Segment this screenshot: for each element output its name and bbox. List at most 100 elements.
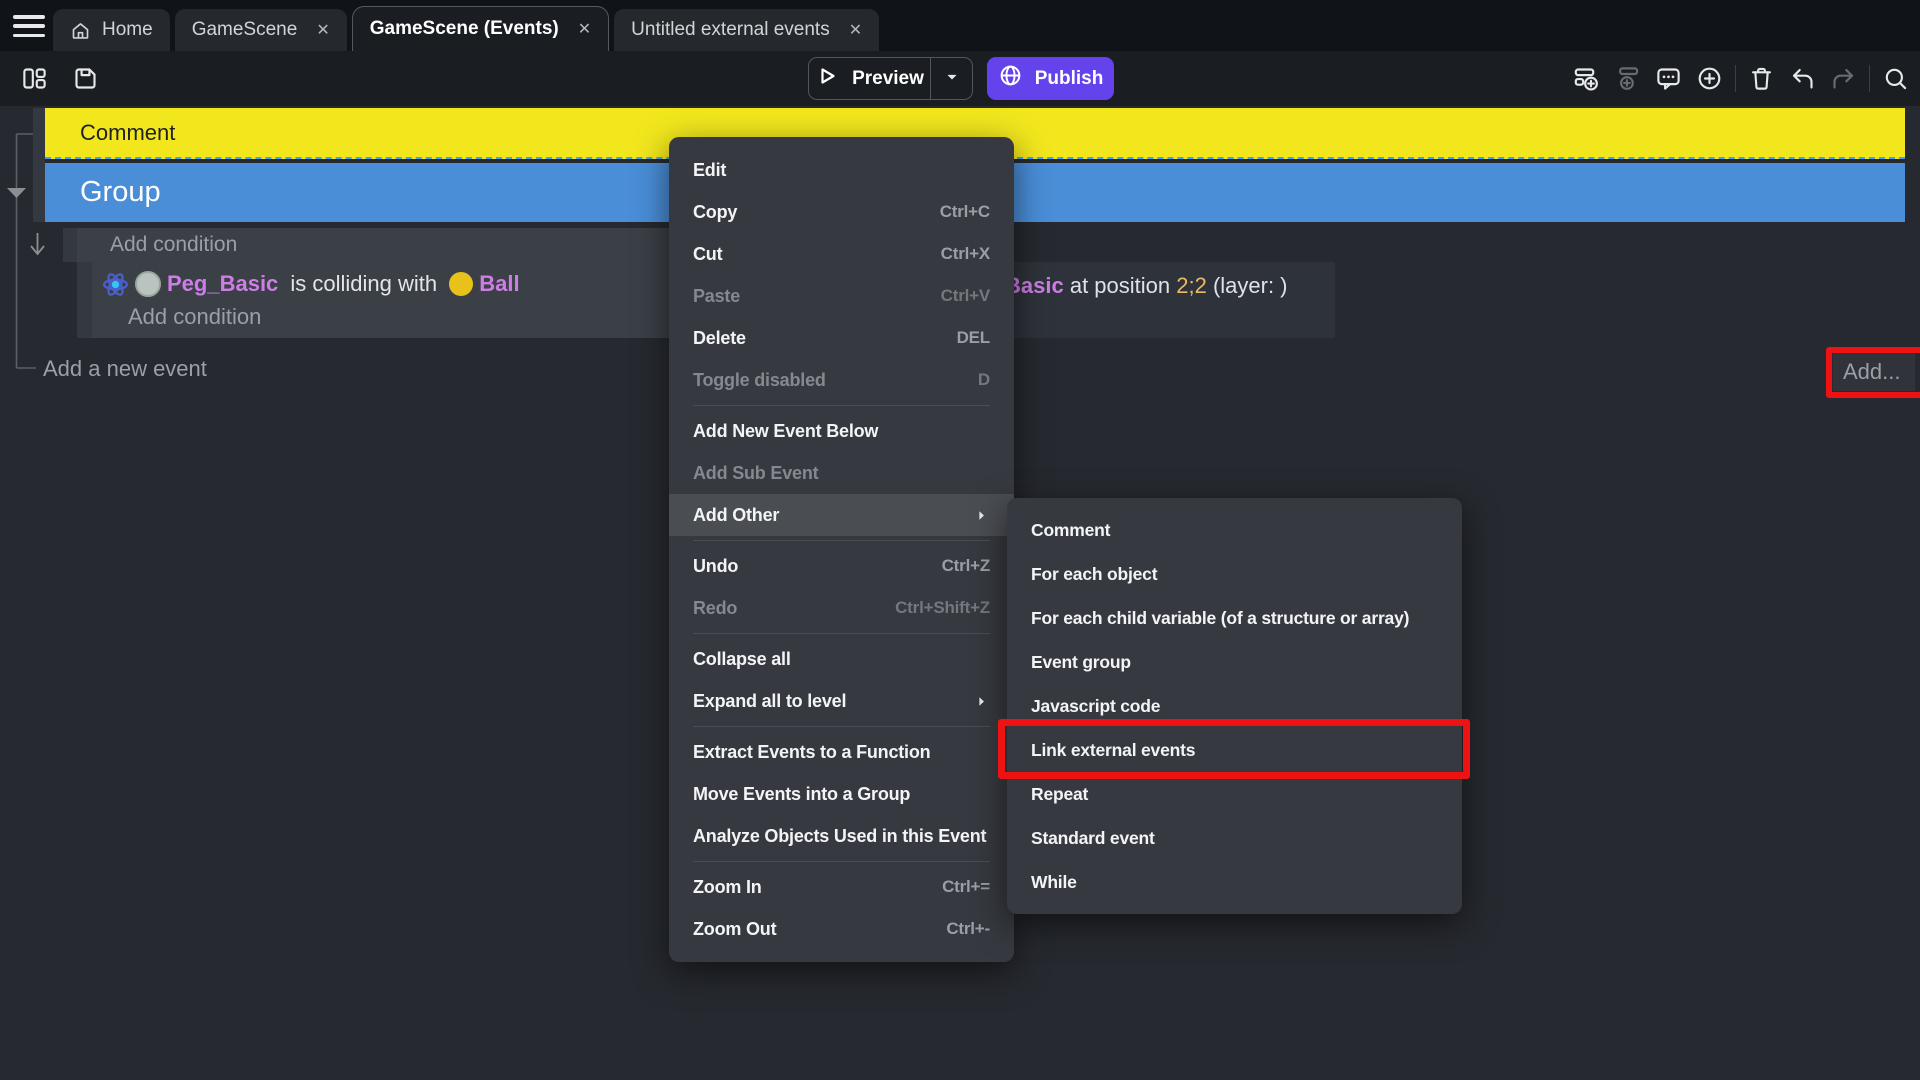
context-menu-item-edit[interactable]: Edit xyxy=(669,149,1014,191)
search-icon[interactable] xyxy=(1875,58,1916,99)
menu-item-label: Expand all to level xyxy=(693,691,846,712)
context-menu-item-zoom-in[interactable]: Zoom In Ctrl+= xyxy=(669,866,1014,908)
submenu-item-standard-event[interactable]: Standard event xyxy=(1007,816,1462,860)
menu-item-label: Cut xyxy=(693,244,722,265)
add-event-icon[interactable] xyxy=(1566,58,1607,99)
context-menu-item-move-events-into-a-group[interactable]: Move Events into a Group xyxy=(669,773,1014,815)
submenu-item-for-each-object[interactable]: For each object xyxy=(1007,552,1462,596)
context-menu-item-zoom-out[interactable]: Zoom OutCtrl+- xyxy=(669,908,1014,950)
menu-item-label: Add Other xyxy=(693,505,779,526)
save-icon[interactable] xyxy=(65,58,106,99)
menu-item-label: Repeat xyxy=(1031,784,1088,805)
menu-divider xyxy=(693,540,990,541)
home-icon xyxy=(70,20,91,41)
preview-button[interactable]: Preview xyxy=(809,58,930,99)
undo-icon[interactable] xyxy=(1782,58,1823,99)
menu-item-label: For each object xyxy=(1031,564,1157,585)
context-menu-item-copy[interactable]: CopyCtrl+C xyxy=(669,191,1014,233)
submenu-item-repeat[interactable]: Repeat xyxy=(1007,772,1462,816)
add-sub-event-icon xyxy=(1607,58,1648,99)
comment-text: Comment xyxy=(80,120,175,146)
context-menu-item-cut[interactable]: CutCtrl+X xyxy=(669,233,1014,275)
context-menu-item-collapse-all[interactable]: Collapse all xyxy=(669,638,1014,680)
context-menu-item-add-other[interactable]: Add Other xyxy=(669,494,1014,536)
menu-item-shortcut: DEL xyxy=(957,328,990,348)
add-button[interactable]: Add... xyxy=(1833,353,1915,391)
play-icon xyxy=(815,64,839,94)
toolbar: Preview Publish xyxy=(0,51,1920,106)
tab-strip: HomeGameScene✕GameScene (Events)✕Untitle… xyxy=(53,0,884,51)
ball-object-icon xyxy=(449,272,473,296)
toolbar-right-icons xyxy=(1566,51,1916,106)
tab-untitled-external-events[interactable]: Untitled external events ✕ xyxy=(614,9,879,51)
condition-line[interactable]: Peg_Basic is colliding with Ball xyxy=(102,267,520,301)
tab-label: GameScene (Events) xyxy=(370,18,559,40)
panels-icon[interactable] xyxy=(14,58,55,99)
preview-label: Preview xyxy=(852,68,924,90)
condition-object1: Peg_Basic xyxy=(167,271,278,297)
menu-item-label: Paste xyxy=(693,286,740,307)
menu-divider xyxy=(693,726,990,727)
globe-icon xyxy=(998,63,1023,94)
close-tab-icon[interactable]: ✕ xyxy=(316,20,329,40)
submenu-arrow-icon xyxy=(973,507,990,524)
tab-label: Untitled external events xyxy=(631,19,830,41)
gdevelop-editor: HomeGameScene✕GameScene (Events)✕Untitle… xyxy=(0,0,1920,1080)
menu-item-shortcut: Ctrl+= xyxy=(942,877,990,897)
tab-label: Home xyxy=(102,19,153,41)
condition-text: is colliding with xyxy=(284,271,443,297)
context-menu-item-expand-all-to-level[interactable]: Expand all to level xyxy=(669,680,1014,722)
close-tab-icon[interactable]: ✕ xyxy=(578,19,591,39)
context-menu-item-paste: Paste Ctrl+V xyxy=(669,275,1014,317)
add-condition-button[interactable]: Add condition xyxy=(77,228,682,262)
menu-item-label: Add New Event Below xyxy=(693,421,878,442)
tab-bar: HomeGameScene✕GameScene (Events)✕Untitle… xyxy=(0,0,1920,51)
preview-button-group: Preview xyxy=(808,57,973,100)
submenu-item-comment[interactable]: Comment xyxy=(1007,508,1462,552)
redo-icon xyxy=(1823,58,1864,99)
add-new-event-button[interactable]: Add a new event xyxy=(43,356,207,382)
context-menu-item-add-new-event-below[interactable]: Add New Event Below xyxy=(669,410,1014,452)
submenu-item-link-external-events[interactable]: Link external events xyxy=(1007,728,1462,772)
menu-item-label: Analyze Objects Used in this Event xyxy=(693,826,986,847)
context-menu-item-redo: RedoCtrl+Shift+Z xyxy=(669,587,1014,629)
chevron-down-icon xyxy=(942,67,962,90)
main-menu-icon[interactable] xyxy=(13,15,45,37)
publish-button[interactable]: Publish xyxy=(987,57,1114,100)
close-tab-icon[interactable]: ✕ xyxy=(849,20,862,40)
context-menu: EditCopyCtrl+CCutCtrl+X Paste Ctrl+V Delete… xyxy=(669,137,1014,962)
submenu-item-for-each-child-variable-of-a-structure-or-array[interactable]: For each child variable (of a structure … xyxy=(1007,596,1462,640)
preview-options-button[interactable] xyxy=(931,58,972,99)
tab-gamescene[interactable]: GameScene ✕ xyxy=(175,9,347,51)
context-menu-item-add-sub-event: Add Sub Event xyxy=(669,452,1014,494)
menu-item-label: Move Events into a Group xyxy=(693,784,910,805)
add-comment-icon[interactable] xyxy=(1648,58,1689,99)
context-menu-item-analyze-objects-used-in-this-event[interactable]: Analyze Objects Used in this Event xyxy=(669,815,1014,857)
tab-gamescene-events[interactable]: GameScene (Events) ✕ xyxy=(352,6,609,51)
add-condition-button[interactable]: Add condition xyxy=(128,304,261,330)
tab-home[interactable]: Home xyxy=(53,9,170,51)
action-line[interactable]: Basic at position 2;2 (layer: ) xyxy=(1005,273,1288,299)
menu-divider xyxy=(693,405,990,406)
context-menu-item-undo[interactable]: UndoCtrl+Z xyxy=(669,545,1014,587)
event-indent-gutter xyxy=(63,228,77,262)
tab-label: GameScene xyxy=(192,19,298,41)
menu-item-label: While xyxy=(1031,872,1077,893)
menu-item-label: Zoom Out xyxy=(693,919,776,940)
action-position-value: 2;2 xyxy=(1176,273,1207,298)
submenu-arrow-icon xyxy=(973,693,990,710)
collision-icon xyxy=(102,271,129,298)
submenu-item-event-group[interactable]: Event group xyxy=(1007,640,1462,684)
menu-item-label: Copy xyxy=(693,202,737,223)
peg-basic-object-icon xyxy=(135,271,161,297)
submenu-item-while[interactable]: While xyxy=(1007,860,1462,904)
publish-label: Publish xyxy=(1035,68,1104,90)
context-menu-item-delete[interactable]: DeleteDEL xyxy=(669,317,1014,359)
add-circle-icon[interactable] xyxy=(1689,58,1730,99)
submenu-item-javascript-code[interactable]: Javascript code xyxy=(1007,684,1462,728)
event-indent-gutter xyxy=(77,262,92,338)
context-menu-item-extract-events-to-a-function[interactable]: Extract Events to a Function xyxy=(669,731,1014,773)
menu-item-label: Zoom In xyxy=(693,877,762,898)
menu-item-shortcut: Ctrl+V xyxy=(941,286,990,306)
trash-icon[interactable] xyxy=(1741,58,1782,99)
